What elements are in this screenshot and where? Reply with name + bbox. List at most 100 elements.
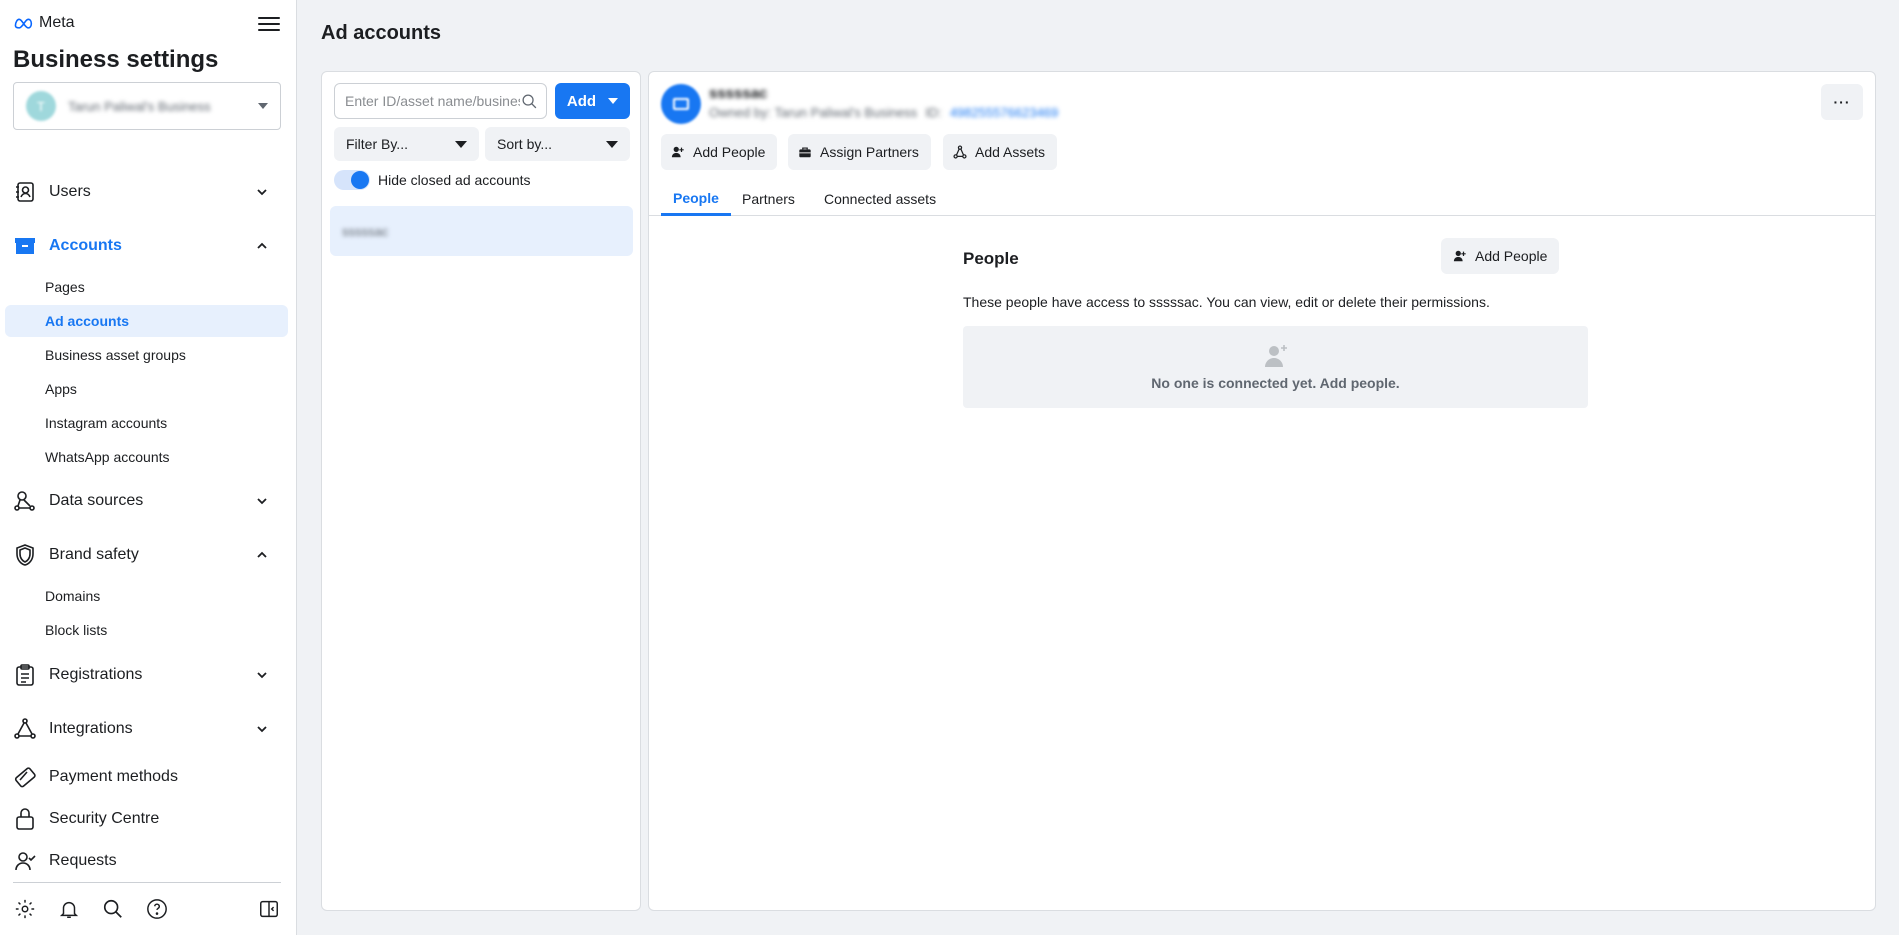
requests-icon xyxy=(13,849,37,873)
chevron-down-icon xyxy=(257,672,267,679)
filter-dropdown[interactable]: Filter By... xyxy=(334,127,479,161)
sidebar-item-registrations[interactable]: Registrations xyxy=(5,656,288,694)
people-add-button[interactable]: Add People xyxy=(1441,238,1560,274)
sidebar-sub-instagram-accounts[interactable]: Instagram accounts xyxy=(5,407,288,439)
caret-down-icon xyxy=(455,140,467,148)
briefcase-icon xyxy=(799,147,811,158)
account-meta: Owned by: Tarun Paliwal's Business ID: 4… xyxy=(709,105,1058,120)
people-add-label: Add People xyxy=(1475,248,1548,264)
shield-icon xyxy=(13,543,37,567)
hide-closed-toggle[interactable] xyxy=(334,170,370,190)
detail-tabs: People Partners Connected assets xyxy=(649,182,1875,216)
page-title: Ad accounts xyxy=(321,22,442,44)
sidebar-item-label: Requests xyxy=(49,852,117,869)
id-label: ID: xyxy=(925,105,942,120)
help-icon[interactable] xyxy=(145,897,169,921)
ad-account-detail-panel: sssssac Owned by: Tarun Paliwal's Busine… xyxy=(648,71,1876,911)
filter-label: Filter By... xyxy=(346,136,408,152)
sidebar-item-label: Payment methods xyxy=(49,768,178,785)
account-name: sssssac xyxy=(709,85,768,102)
ad-account-icon xyxy=(661,84,701,124)
sidebar-item-data-sources[interactable]: Data sources xyxy=(5,482,288,520)
add-people-label: Add People xyxy=(693,144,766,160)
more-options-button[interactable]: ··· xyxy=(1821,84,1863,120)
chevron-up-icon xyxy=(257,551,267,558)
add-button-label: Add xyxy=(566,92,597,110)
ad-account-name: sssssac xyxy=(342,223,389,239)
sidebar-footer xyxy=(13,882,281,935)
sidebar-item-label: Registrations xyxy=(49,666,143,683)
business-selector[interactable]: T Tarun Paliwal's Business xyxy=(13,82,281,130)
assign-partners-button[interactable]: Assign Partners xyxy=(788,134,931,170)
meta-infinity-icon xyxy=(14,18,33,29)
assign-partners-label: Assign Partners xyxy=(820,144,919,160)
collapse-sidebar-icon[interactable] xyxy=(257,897,281,921)
sidebar-item-requests[interactable]: Requests xyxy=(5,842,288,880)
sidebar-item-brand-safety[interactable]: Brand safety xyxy=(5,536,288,574)
data-sources-icon xyxy=(13,489,37,513)
people-description: These people have access to sssssac. You… xyxy=(963,294,1490,310)
bell-icon[interactable] xyxy=(57,897,81,921)
search-input[interactable] xyxy=(345,93,520,109)
sort-dropdown[interactable]: Sort by... xyxy=(485,127,630,161)
sidebar-sub-pages[interactable]: Pages xyxy=(5,271,288,303)
sort-label: Sort by... xyxy=(497,136,552,152)
sidebar-item-label: Data sources xyxy=(49,492,144,509)
sidebar-sub-apps[interactable]: Apps xyxy=(5,373,288,405)
hide-closed-label: Hide closed ad accounts xyxy=(378,172,531,188)
search-box[interactable] xyxy=(334,83,547,119)
users-icon xyxy=(13,180,37,204)
sidebar-sub-whatsapp-accounts[interactable]: WhatsApp accounts xyxy=(5,441,288,473)
add-assets-button[interactable]: Add Assets xyxy=(943,134,1058,170)
sidebar-title: Business settings xyxy=(13,46,219,73)
sidebar-item-integrations[interactable]: Integrations xyxy=(5,710,288,748)
sidebar-item-label: Security Centre xyxy=(49,810,160,827)
ad-account-list-panel: Add Filter By... Sort by... Hide closed … xyxy=(321,71,641,911)
add-person-icon xyxy=(671,146,684,158)
chevron-down-icon xyxy=(257,498,267,505)
sidebar-sub-ad-accounts[interactable]: Ad accounts xyxy=(5,305,288,337)
assets-icon xyxy=(953,145,967,159)
owned-by: Owned by: Tarun Paliwal's Business xyxy=(709,105,918,120)
add-person-icon xyxy=(1264,345,1287,367)
meta-wordmark: Meta xyxy=(39,14,75,31)
chevron-down-icon xyxy=(257,726,267,733)
chevron-down-icon xyxy=(257,189,267,196)
search-icon xyxy=(522,93,537,108)
sidebar-item-label: Brand safety xyxy=(49,546,139,563)
business-name: Tarun Paliwal's Business xyxy=(68,98,211,114)
caret-down-icon xyxy=(258,103,268,109)
integrations-icon xyxy=(13,717,37,741)
sidebar-item-users[interactable]: Users xyxy=(5,173,288,211)
add-assets-label: Add Assets xyxy=(975,144,1046,160)
empty-state-text: No one is connected yet. Add people. xyxy=(1151,375,1400,391)
hide-closed-toggle-row: Hide closed ad accounts xyxy=(334,170,531,190)
add-person-icon xyxy=(1453,250,1466,262)
accounts-icon xyxy=(13,234,37,258)
add-button[interactable]: Add xyxy=(555,83,630,119)
add-people-button[interactable]: Add People xyxy=(661,134,778,170)
people-empty-state: No one is connected yet. Add people. xyxy=(963,326,1588,408)
sidebar-sub-business-asset-groups[interactable]: Business asset groups xyxy=(5,339,288,371)
sidebar-item-label: Users xyxy=(49,183,91,200)
tab-partners[interactable]: Partners xyxy=(730,182,807,216)
people-title: People xyxy=(963,249,1019,268)
account-id[interactable]: 498255576623469 xyxy=(950,105,1058,120)
sidebar-sub-domains[interactable]: Domains xyxy=(5,580,288,612)
list-item[interactable]: sssssac xyxy=(330,206,633,256)
sidebar-item-payment-methods[interactable]: Payment methods xyxy=(5,758,288,796)
sidebar-item-accounts[interactable]: Accounts xyxy=(5,227,288,265)
sidebar-sub-block-lists[interactable]: Block lists xyxy=(5,614,288,646)
lock-icon xyxy=(13,807,37,831)
caret-down-icon xyxy=(608,98,619,104)
card-icon xyxy=(13,765,37,789)
tab-people[interactable]: People xyxy=(661,182,731,216)
gear-icon[interactable] xyxy=(13,897,37,921)
sidebar-item-security-centre[interactable]: Security Centre xyxy=(5,800,288,838)
search-icon[interactable] xyxy=(101,897,125,921)
menu-icon[interactable] xyxy=(258,14,280,34)
sidebar-item-label: Accounts xyxy=(49,237,122,254)
meta-logo: Meta xyxy=(13,14,75,32)
sidebar: Meta Business settings T Tarun Paliwal's… xyxy=(0,0,297,935)
tab-connected-assets[interactable]: Connected assets xyxy=(812,182,948,216)
